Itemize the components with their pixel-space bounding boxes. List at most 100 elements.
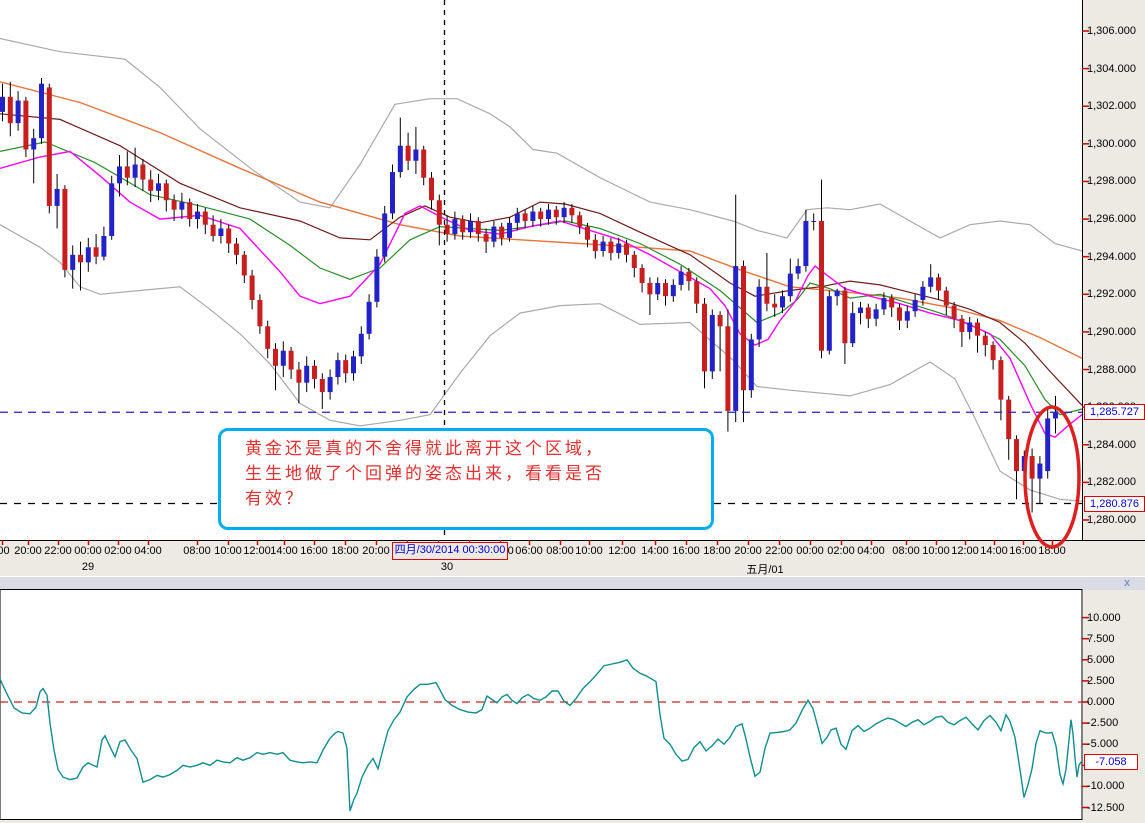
candle-down (819, 220, 824, 351)
annotation-text-box[interactable]: 黄金还是真的不舍得就此离开这个区域， 生生地做了个回弹的姿态出来，看看是否 有效… (218, 428, 714, 530)
candle-down (522, 213, 528, 221)
candle-up (374, 256, 380, 302)
candle-up (1053, 412, 1058, 419)
candle-down (624, 243, 629, 255)
candle-up (1021, 456, 1027, 472)
candle-up (920, 286, 926, 300)
trading-app-window: 1,306.000 1,304.000 1,302.000 1,300.000 1,29… (0, 0, 1145, 823)
candle-down (741, 266, 746, 391)
candle-down (483, 234, 489, 242)
candle-up (397, 145, 403, 173)
candle-up (811, 220, 817, 222)
candle-up (850, 313, 856, 344)
candle-down (982, 335, 988, 346)
candle-down (764, 286, 770, 304)
candle-up (912, 299, 918, 312)
candle-down (249, 275, 255, 300)
candle-up (826, 296, 832, 351)
crosshair-date-marker: 四月/30/2014 00:30:00 (392, 542, 508, 560)
candle-down (23, 100, 29, 150)
candle-down (647, 283, 653, 295)
ma-green-line (0, 141, 1083, 416)
candle-down (959, 318, 965, 332)
candle-down (936, 277, 941, 291)
candle-down (405, 145, 411, 161)
candle-up (780, 296, 785, 308)
candle-down (93, 247, 99, 257)
candle-up (54, 188, 60, 206)
candle-up (31, 138, 37, 150)
candle-down (663, 283, 668, 297)
candle-down (210, 224, 216, 236)
candle-up (530, 211, 536, 221)
candle-up (709, 314, 715, 372)
candle-up (546, 209, 551, 220)
candle-down (78, 254, 83, 263)
candle-down (553, 209, 559, 218)
candle-up (335, 360, 341, 378)
candle-up (304, 365, 310, 383)
candle-up (834, 290, 840, 297)
candle-up (109, 183, 115, 236)
candle-up (101, 235, 107, 257)
candle-down (772, 303, 778, 308)
candle-up (600, 241, 606, 252)
candle-down (296, 369, 302, 383)
candle-up (1037, 463, 1043, 479)
candle-down (7, 96, 13, 124)
candle-up (756, 286, 762, 340)
candle-up (904, 311, 910, 321)
candle-up (507, 222, 512, 238)
candle-down (702, 303, 707, 372)
candle-up (491, 226, 497, 242)
candle-up (873, 309, 879, 319)
candle-up (858, 307, 863, 314)
candle-down (202, 211, 208, 225)
price-marker-low: 1,280.876 (1084, 495, 1145, 512)
candle-down (1006, 399, 1012, 440)
candle-down (943, 290, 949, 306)
candle-up (748, 339, 754, 391)
chart-canvas[interactable] (0, 0, 1145, 823)
candle-up (733, 266, 739, 411)
candle-down (421, 149, 427, 178)
candle-down (897, 307, 902, 321)
candle-up (787, 273, 793, 297)
candle-down (499, 226, 505, 238)
candle-up (390, 172, 395, 214)
ma-maroon-line (0, 113, 1083, 406)
candle-down (608, 241, 614, 253)
candle-down (1029, 456, 1035, 479)
candle-down (1014, 439, 1019, 472)
candle-up (132, 164, 138, 178)
candle-up (195, 211, 200, 220)
candle-up (928, 277, 934, 287)
candle-down (694, 281, 700, 304)
candle-up (0, 96, 5, 112)
candle-down (990, 345, 996, 361)
candle-up (803, 220, 809, 267)
candle-down (171, 200, 177, 210)
candle-up (39, 83, 44, 139)
candle-up (616, 243, 622, 253)
candle-down (62, 188, 68, 270)
candle-down (631, 254, 637, 268)
candle-down (234, 243, 239, 255)
candle-up (561, 207, 567, 218)
candle-down (592, 239, 598, 252)
candle-down (187, 202, 193, 220)
candle-up (514, 213, 520, 223)
candle-up (452, 219, 458, 235)
candle-down (444, 224, 450, 235)
candle-down (436, 200, 442, 225)
candle-up (1045, 418, 1051, 472)
candle-up (655, 283, 661, 295)
candle-down (288, 350, 294, 370)
candle-down (475, 220, 481, 235)
candle-down (273, 348, 278, 366)
candle-down (725, 326, 731, 411)
candle-up (351, 356, 356, 374)
oscillator-panel-frame (0, 589, 1083, 820)
candle-up (70, 254, 76, 270)
candle-up (156, 183, 161, 191)
